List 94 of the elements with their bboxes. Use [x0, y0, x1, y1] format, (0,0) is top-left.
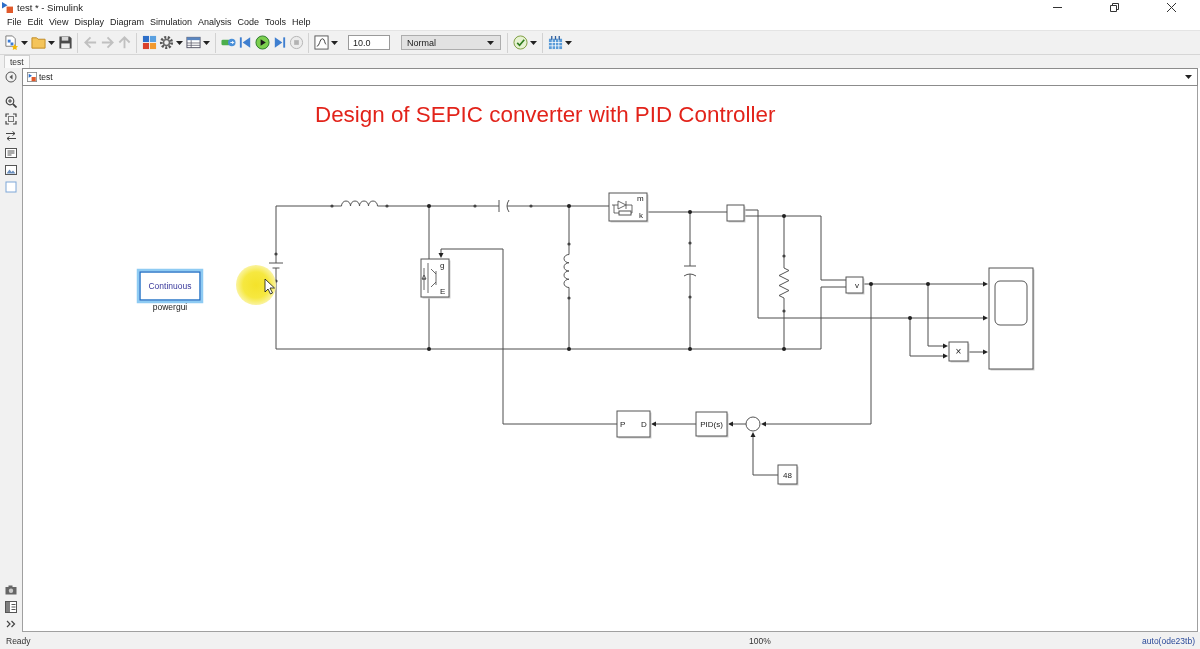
menu-item[interactable]: View	[49, 17, 69, 27]
model-tab[interactable]: test	[4, 55, 30, 68]
play-icon	[254, 35, 270, 50]
settings-icon	[158, 35, 174, 50]
cursor-highlight	[236, 265, 276, 305]
check-icon	[512, 35, 528, 50]
panel-icon[interactable]	[5, 601, 17, 613]
junction-dot	[908, 316, 912, 320]
battery-icon[interactable]	[268, 252, 284, 283]
status-text: Ready	[6, 635, 32, 646]
forward-arrow-icon	[99, 35, 115, 50]
junction-dot	[567, 204, 571, 208]
check-button[interactable]	[512, 32, 528, 53]
back-arrow-icon	[82, 35, 98, 50]
caret-icon[interactable]	[331, 40, 338, 45]
transistor-block[interactable]: g E	[420, 258, 451, 299]
product-block[interactable]: ×	[948, 341, 970, 363]
junction-dot	[427, 204, 431, 208]
stop-icon	[288, 35, 304, 50]
fit-view-icon[interactable]	[5, 113, 17, 125]
menu-item[interactable]: Edit	[27, 17, 44, 27]
menu-item[interactable]: Analysis	[197, 17, 232, 27]
pointer-icon	[264, 278, 275, 295]
junction-dot	[926, 282, 930, 286]
capacitor-icon[interactable]	[473, 199, 533, 213]
junction-dot	[567, 347, 571, 351]
step-back-icon	[237, 35, 253, 50]
model-icon	[27, 72, 37, 82]
menu-item[interactable]: File	[7, 17, 22, 27]
pid-block[interactable]: PID(s)	[695, 411, 729, 438]
folder-icon	[30, 35, 46, 50]
new-document-icon	[3, 35, 19, 50]
solver-name[interactable]: auto(ode23tb)	[1142, 635, 1195, 646]
powergui-block[interactable]: Continuous	[136, 268, 204, 304]
inductor-icon[interactable]	[563, 242, 571, 300]
menu-item[interactable]: Code	[237, 17, 259, 27]
new-model-button[interactable]	[3, 32, 19, 53]
caret-icon[interactable]	[21, 40, 28, 45]
caret-icon[interactable]	[530, 40, 537, 45]
image-icon[interactable]	[5, 164, 17, 176]
up-arrow-icon	[116, 35, 132, 50]
inductor-icon[interactable]	[330, 200, 389, 208]
signal-arrow	[750, 432, 779, 476]
stop-time-field[interactable]: 10.0	[348, 35, 390, 50]
menu-item[interactable]: Display	[74, 17, 104, 27]
zoom-icon[interactable]	[5, 96, 17, 108]
breadcrumb-link[interactable]: test	[39, 72, 53, 82]
signal-arrow	[967, 349, 988, 355]
capacitor-icon[interactable]	[683, 241, 697, 299]
junction-dot	[688, 210, 692, 214]
sum-block[interactable]	[745, 416, 761, 432]
arrows-icon[interactable]	[5, 130, 17, 142]
resistor-icon[interactable]	[778, 254, 790, 313]
menu-item[interactable]: Help	[292, 17, 311, 27]
constant-block[interactable]: 48	[777, 464, 799, 486]
save-icon	[57, 35, 73, 50]
caret-icon[interactable]	[1185, 75, 1192, 79]
junction-dot	[688, 347, 692, 351]
wire	[275, 205, 333, 255]
junction-dot	[427, 347, 431, 351]
caret-icon[interactable]	[48, 40, 55, 45]
current-meter-block[interactable]	[726, 204, 746, 223]
window-title: test * - Simulink	[17, 1, 83, 13]
signal-arrow	[728, 421, 747, 427]
junction-dot	[869, 282, 873, 286]
waveform-icon	[313, 35, 329, 50]
caret-icon[interactable]	[565, 40, 572, 45]
menu-item[interactable]: Diagram	[109, 17, 144, 27]
caret-icon[interactable]	[203, 40, 210, 45]
restore-icon	[1110, 2, 1119, 12]
signal-arrow	[651, 421, 697, 427]
block-caption: powergui	[152, 302, 188, 312]
diagram-annotation: Design of SEPIC converter with PID Controller	[315, 102, 776, 127]
menu-item[interactable]: Tools	[265, 17, 286, 27]
zoom-level: 100%	[749, 635, 771, 646]
diode-block[interactable]: m k	[608, 192, 649, 223]
scope-button[interactable]	[313, 32, 329, 53]
annotation-icon[interactable]	[5, 147, 17, 159]
caret-icon[interactable]	[176, 40, 183, 45]
junction-dot	[782, 214, 786, 218]
voltage-meter-block[interactable]: v	[845, 276, 865, 295]
chevrons-icon[interactable]	[5, 618, 17, 630]
run-button[interactable]	[254, 32, 270, 53]
junction-dot	[782, 347, 786, 351]
calendar-icon	[547, 35, 563, 50]
close-icon	[1167, 2, 1176, 12]
scope-block[interactable]	[988, 267, 1035, 371]
pwm-block[interactable]: P D	[616, 410, 652, 439]
table-icon	[185, 35, 201, 50]
tiles-icon	[141, 35, 157, 50]
mode-dropdown[interactable]: Normal	[401, 35, 501, 50]
menu-item[interactable]: Simulation	[149, 17, 192, 27]
app-icon	[2, 1, 13, 13]
camera-icon[interactable]	[5, 584, 17, 596]
